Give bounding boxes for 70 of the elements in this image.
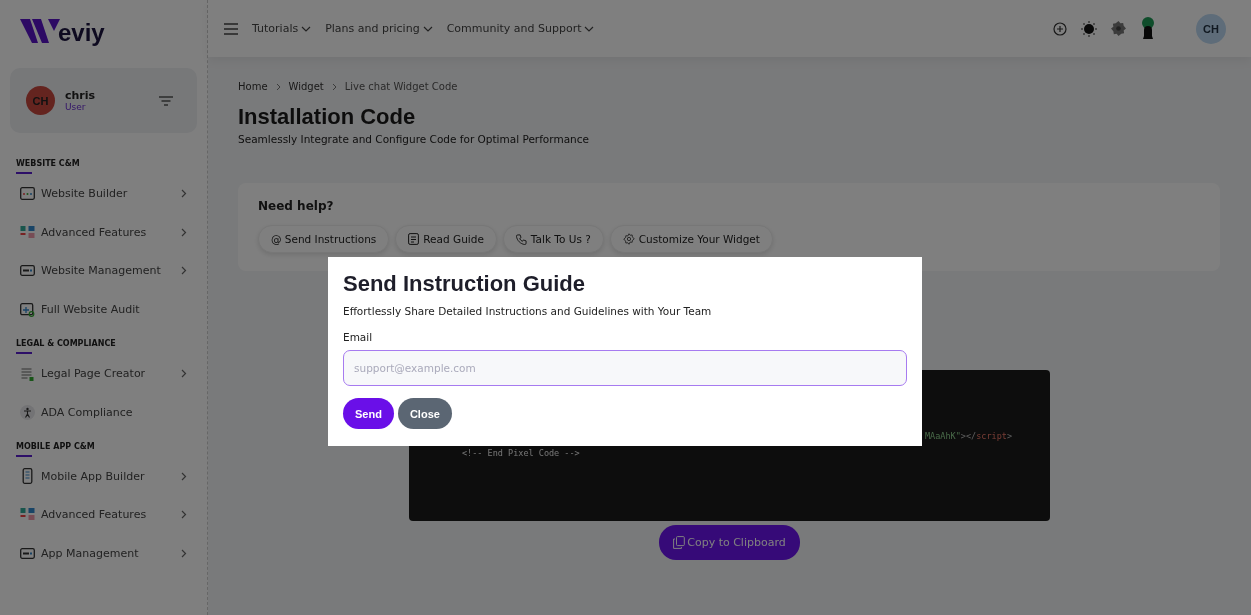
section-heading: WEBSITE C&M xyxy=(10,153,86,174)
chevron-icon xyxy=(181,471,187,481)
breadcrumb-link[interactable]: Live chat Widget Code xyxy=(344,81,458,92)
user-role: User xyxy=(65,102,87,112)
section-heading: LEGAL & COMPLIANCE xyxy=(10,333,122,355)
help-button[interactable]: @ Send Instructions xyxy=(258,225,390,253)
nav-menu[interactable]: Tutorials xyxy=(252,22,312,35)
breadcrumb-link[interactable]: Widget xyxy=(288,81,324,92)
chevron-icon xyxy=(181,227,187,237)
chevron-icon xyxy=(181,188,187,198)
profile-avatar[interactable]: CH xyxy=(1196,13,1226,44)
grid-icon xyxy=(20,508,35,522)
email-field[interactable]: support@example.com xyxy=(343,350,907,386)
help-title: Need help? xyxy=(258,199,335,213)
sidebar-item[interactable]: Full Website Audit xyxy=(10,290,197,330)
add-icon[interactable] xyxy=(1053,21,1067,36)
code-line: MAaAhK"></script> xyxy=(925,431,1013,441)
sidebar-item[interactable]: Website Management xyxy=(10,251,197,291)
caret-icon xyxy=(422,25,433,32)
menu-icon[interactable] xyxy=(224,22,238,35)
modal-subtitle: Effortlessly Share Detailed Instructions and Guidelines with Your Team xyxy=(343,305,713,317)
copy-icon xyxy=(673,536,686,549)
help-button[interactable]: Customize Your Widget xyxy=(609,225,773,253)
user-name: chris xyxy=(65,89,97,102)
chevron-icon xyxy=(181,369,187,379)
modal-title: Send Instruction Guide xyxy=(343,271,586,297)
copy-button[interactable]: Copy to Clipboard xyxy=(659,525,800,560)
caret-icon xyxy=(584,25,595,32)
accessibility-icon xyxy=(20,404,35,420)
grid-icon xyxy=(20,225,35,239)
breadcrumb-link[interactable]: Home xyxy=(238,81,268,92)
phone-icon xyxy=(20,468,35,485)
settings-icon xyxy=(622,233,635,245)
chevron-icon xyxy=(181,266,187,276)
caret-icon xyxy=(301,25,312,32)
page-title: Installation Code xyxy=(238,104,417,130)
document-icon xyxy=(408,233,420,245)
sidebar-item[interactable]: Advanced Features xyxy=(10,495,197,535)
send-button[interactable]: Send xyxy=(343,398,394,429)
chevron-icon xyxy=(181,510,187,520)
chevron-icon xyxy=(331,82,337,91)
logo-text: eviy xyxy=(58,19,105,47)
sidebar-item[interactable]: App Management xyxy=(10,534,197,574)
section-heading: MOBILE APP C&M xyxy=(10,435,101,457)
filter-icon[interactable] xyxy=(159,95,173,106)
sidebar-item[interactable]: Advanced Features xyxy=(10,212,197,252)
help-button[interactable]: Read Guide xyxy=(395,225,497,253)
help-button[interactable]: Talk To Us ? xyxy=(502,225,604,253)
chevron-icon xyxy=(181,549,187,559)
page-subtitle: Seamlessly Integrate and Configure Code for Optimal Performance xyxy=(238,133,590,145)
nav-menu[interactable]: Plans and pricing xyxy=(325,22,433,35)
panel-icon xyxy=(20,265,35,277)
close-button[interactable]: Close xyxy=(397,398,452,429)
nav-menu[interactable]: Community and Support xyxy=(446,22,595,35)
sidebar-item[interactable]: Legal Page Creator xyxy=(10,354,197,393)
audit-icon xyxy=(20,302,35,317)
bell-icon[interactable] xyxy=(1140,16,1156,41)
chevron-icon xyxy=(275,82,281,91)
code-line: <!-- End Pixel Code --> xyxy=(462,448,580,458)
email-label: Email xyxy=(343,331,374,343)
settings-icon[interactable] xyxy=(1111,21,1126,36)
sidebar-item[interactable]: Mobile App Builder xyxy=(10,456,197,496)
browser-icon xyxy=(20,186,35,200)
sidebar-item[interactable]: Website Builder xyxy=(10,174,197,213)
document-icon xyxy=(20,366,35,381)
sidebar-item[interactable]: ADA Compliance xyxy=(10,393,197,432)
sun-icon[interactable] xyxy=(1081,20,1097,37)
phone-icon xyxy=(515,233,527,245)
panel-icon xyxy=(20,548,35,560)
user-avatar: CH xyxy=(26,86,55,115)
